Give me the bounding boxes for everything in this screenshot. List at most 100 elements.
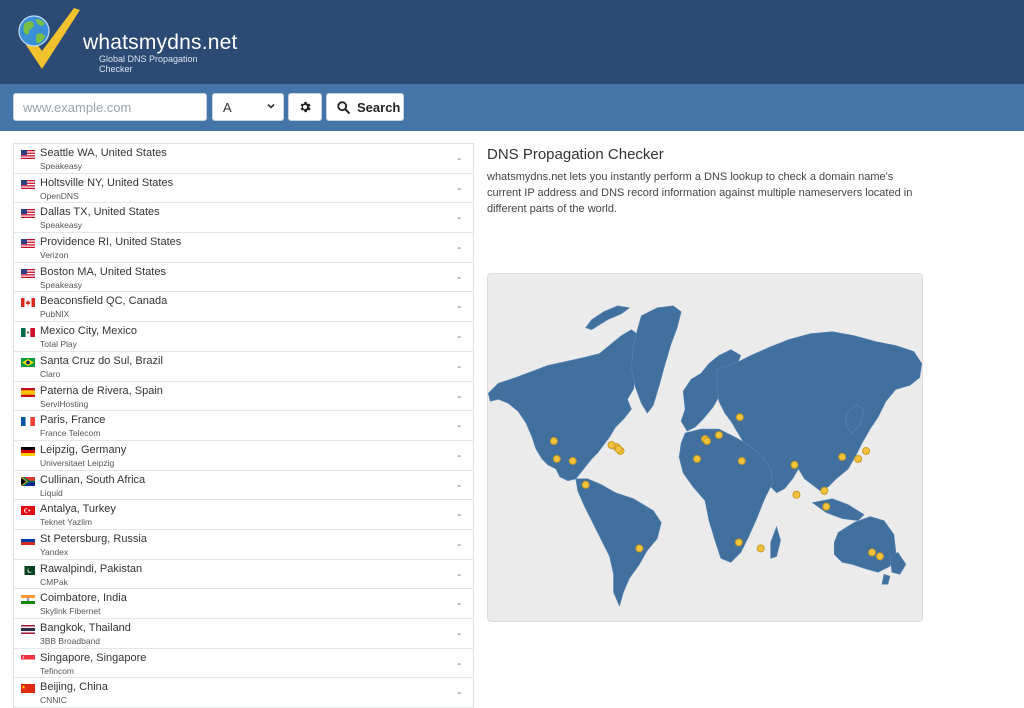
site-logo[interactable]: whatsmydns.net Global DNS Propagation Ch… [12, 7, 237, 74]
server-location: Seattle WA, United States [40, 147, 167, 159]
server-result: - [457, 182, 461, 195]
flag-us-icon [21, 209, 35, 219]
server-result: - [457, 242, 461, 255]
server-row[interactable]: Beijing, China CNNIC - [14, 678, 473, 708]
server-result: - [457, 301, 461, 314]
server-row[interactable]: Antalya, Turkey Teknet Yazlim - [14, 500, 473, 530]
server-location: Antalya, Turkey [40, 503, 116, 516]
server-provider: ServiHosting [40, 398, 89, 409]
logo-wordmark: whatsmydns.net [83, 31, 238, 54]
server-provider: Total Play [40, 339, 77, 350]
page-title: DNS Propagation Checker [487, 146, 664, 163]
server-provider: Verizon [40, 250, 69, 261]
server-result: - [457, 687, 461, 700]
flag-mx-icon [21, 328, 35, 338]
server-result: - [457, 271, 461, 284]
server-location: Paterna de Rivera, Spain [40, 384, 163, 397]
server-row[interactable]: Seattle WA, United States Speakeasy - [14, 144, 473, 174]
flag-ru-icon [21, 535, 35, 545]
server-location: Paris, France [40, 414, 106, 427]
server-result: - [457, 657, 461, 670]
server-provider: Claro [40, 368, 61, 379]
server-location: Holtsville NY, United States [40, 176, 174, 189]
server-row[interactable]: Santa Cruz do Sul, Brazil Claro - [14, 352, 473, 382]
server-provider: CNNIC [40, 695, 67, 706]
search-button-label: Search [357, 100, 401, 115]
server-provider: Speakeasy [40, 161, 83, 171]
search-icon [337, 101, 350, 114]
server-row[interactable]: Coimbatore, India Skylink Fibernet - [14, 589, 473, 619]
flag-cn-icon [21, 684, 35, 694]
dns-server-list: Seattle WA, United States Speakeasy - Holts… [13, 143, 474, 708]
server-row[interactable]: Mexico City, Mexico Total Play - [14, 322, 473, 352]
server-row[interactable]: Holtsville NY, United States OpenDNS - [14, 174, 473, 204]
server-location: St Petersburg, Russia [40, 532, 147, 545]
server-result: - [457, 331, 461, 344]
server-result: - [457, 153, 461, 165]
record-type-select[interactable]: A [212, 93, 284, 121]
globe-check-logo-icon [18, 8, 80, 69]
flag-us-icon [21, 239, 35, 249]
domain-input[interactable] [13, 93, 207, 121]
site-header: whatsmydns.net Global DNS Propagation Ch… [0, 0, 1024, 84]
chevron-down-icon [267, 103, 275, 109]
server-result: - [457, 568, 461, 581]
server-row[interactable]: Leipzig, Germany Universitaet Leipzig - [14, 441, 473, 471]
server-result: - [457, 420, 461, 433]
flag-tr-icon [21, 506, 35, 516]
server-location: Beaconsfield QC, Canada [40, 295, 168, 308]
server-location: Cullinan, South Africa [40, 473, 146, 486]
server-row[interactable]: Bangkok, Thailand 3BB Broadband - [14, 619, 473, 649]
server-provider: Universitaet Leipzig [40, 457, 115, 468]
server-row[interactable]: St Petersburg, Russia Yandex - [14, 530, 473, 560]
server-result: - [457, 538, 461, 551]
server-location: Bangkok, Thailand [40, 622, 131, 634]
server-result: - [457, 360, 461, 373]
server-result: - [457, 598, 461, 611]
flag-sg-icon [21, 654, 35, 664]
server-location: Beijing, China [40, 681, 108, 694]
settings-button[interactable] [288, 93, 322, 121]
gear-icon [300, 101, 311, 113]
server-row[interactable]: Dallas TX, United States Speakeasy - [14, 203, 473, 234]
server-result: - [457, 390, 461, 403]
server-row[interactable]: Cullinan, South Africa Liquid - [14, 471, 473, 501]
server-provider: OpenDNS [40, 190, 79, 201]
server-location: Leipzig, Germany [40, 443, 127, 456]
flag-fr-icon [21, 417, 35, 427]
server-row[interactable]: Beaconsfield QC, Canada PubNIX - [14, 292, 473, 323]
server-location: Providence RI, United States [40, 236, 182, 249]
server-row[interactable]: Providence RI, United States Verizon - [14, 233, 473, 263]
flag-ca-icon [21, 298, 35, 308]
server-result: - [457, 479, 461, 492]
server-location: Boston MA, United States [40, 265, 166, 278]
server-provider: France Telecom [40, 428, 101, 439]
server-provider: Speakeasy [40, 279, 83, 290]
server-row[interactable]: Paterna de Rivera, Spain ServiHosting - [14, 382, 473, 412]
page-description: whatsmydns.net lets you instantly perfor… [487, 171, 913, 215]
server-provider: Tefincom [40, 665, 75, 676]
flag-pk-icon [21, 565, 35, 575]
search-button[interactable]: Search [326, 93, 404, 121]
server-location: Coimbatore, India [40, 592, 127, 605]
server-provider: 3BB Broadband [40, 636, 101, 646]
server-row[interactable]: Paris, France France Telecom - [14, 411, 473, 441]
record-type-value: A [223, 100, 232, 115]
server-row[interactable]: Boston MA, United States Speakeasy - [14, 263, 473, 293]
world-map-graphic [488, 305, 922, 607]
server-location: Mexico City, Mexico [40, 325, 137, 338]
world-map [487, 273, 923, 622]
server-row[interactable]: Rawalpindi, Pakistan CMPak - [14, 560, 473, 590]
server-provider: Liquid [40, 487, 63, 498]
flag-es-icon [21, 387, 35, 397]
logo-tagline: Global DNS Propagation Checker [99, 54, 198, 74]
server-result: - [457, 449, 461, 462]
flag-de-icon [21, 446, 35, 456]
server-row[interactable]: Singapore, Singapore Tefincom - [14, 649, 473, 679]
flag-us-icon [21, 179, 35, 189]
server-result: - [457, 509, 461, 522]
server-result: - [457, 628, 461, 640]
flag-za-icon [21, 476, 35, 486]
server-location: Singapore, Singapore [40, 651, 147, 664]
flag-us-icon [21, 268, 35, 278]
